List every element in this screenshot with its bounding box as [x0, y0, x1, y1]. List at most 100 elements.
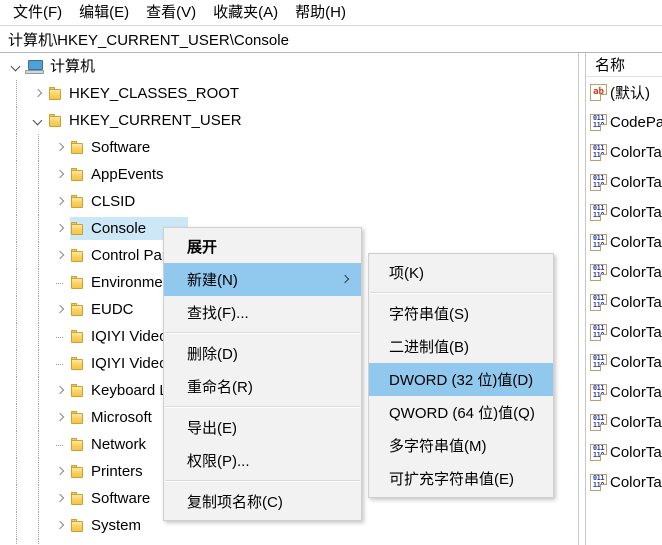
value-row[interactable]: 011110ColorTable00 — [586, 137, 662, 167]
menu-item-label: 重命名(R) — [187, 379, 253, 396]
value-row[interactable]: 011110CodePage — [586, 107, 662, 137]
new-expandable-string-value[interactable]: 可扩充字符串值(E) — [369, 462, 553, 495]
value-row[interactable]: 011110ColorTable11 — [586, 467, 662, 497]
binary-value-icon: 011 110 — [590, 323, 607, 341]
tree-guide-line — [38, 242, 39, 269]
chevron-right-icon[interactable] — [30, 86, 46, 102]
new-key[interactable]: 项(K) — [369, 256, 553, 289]
value-name-label: ColorTable02 — [610, 203, 662, 221]
chevron-right-icon[interactable] — [52, 140, 68, 156]
tree-item-label: AppEvents — [91, 165, 164, 183]
tree-guide-line — [38, 350, 39, 377]
tree-item-label: Software — [91, 489, 151, 507]
chevron-right-icon[interactable] — [52, 194, 68, 210]
computer-icon — [25, 59, 45, 75]
binary-value-icon: 011 110 — [590, 143, 607, 161]
ctx-permissions[interactable]: 权限(P)... — [164, 444, 361, 477]
tree-leaf-dash-icon — [52, 275, 68, 291]
value-row[interactable]: 011110ColorTable01 — [586, 167, 662, 197]
value-row[interactable]: 011110ColorTable04 — [586, 257, 662, 287]
tree-item[interactable]: 计算机 — [0, 53, 577, 80]
value-row[interactable]: 011110ColorTable07 — [586, 347, 662, 377]
menu-help[interactable]: 帮助(H) — [289, 2, 355, 23]
new-qword-value[interactable]: QWORD (64 位)值(Q) — [369, 396, 553, 429]
menu-file[interactable]: 文件(F) — [7, 2, 71, 23]
chevron-down-icon[interactable] — [30, 113, 46, 129]
chevron-right-icon[interactable] — [52, 302, 68, 318]
ctx-new[interactable]: 新建(N) — [164, 263, 361, 296]
value-row[interactable]: 011110ColorTable09 — [586, 407, 662, 437]
chevron-right-icon[interactable] — [52, 410, 68, 426]
value-row[interactable]: 011110ColorTable02 — [586, 197, 662, 227]
new-binary-value[interactable]: 二进制值(B) — [369, 330, 553, 363]
ctx-copy-key-name[interactable]: 复制项名称(C) — [164, 485, 361, 518]
binary-value-icon: 011 110 — [590, 443, 607, 461]
tree-item[interactable]: AppEvents — [0, 161, 577, 188]
value-row[interactable]: 011110ColorTable03 — [586, 227, 662, 257]
folder-icon — [70, 140, 86, 155]
tree-item-label: 计算机 — [50, 57, 96, 75]
value-row[interactable]: ab (默认) — [586, 77, 662, 107]
menu-item-label: 删除(D) — [187, 346, 238, 363]
value-name-label: ColorTable03 — [610, 233, 662, 251]
tree-guide-line — [16, 269, 17, 296]
chevron-right-icon[interactable] — [52, 383, 68, 399]
value-name-label: ColorTable06 — [610, 323, 662, 341]
value-row[interactable]: 011110ColorTable10 — [586, 437, 662, 467]
tree-item[interactable]: Volatile Environment — [0, 539, 577, 545]
address-bar[interactable]: 计算机\HKEY_CURRENT_USER\Console — [0, 25, 662, 53]
ctx-delete[interactable]: 删除(D) — [164, 337, 361, 370]
menu-item-label: 查找(F)... — [187, 305, 249, 322]
chevron-right-icon[interactable] — [52, 248, 68, 264]
tree-item[interactable]: Software — [0, 134, 577, 161]
menu-separator — [370, 292, 552, 294]
ctx-find[interactable]: 查找(F)... — [164, 296, 361, 329]
tree-guide-line — [38, 215, 39, 242]
folder-icon — [70, 356, 86, 371]
ctx-expand[interactable]: 展开 — [164, 230, 361, 263]
chevron-right-icon[interactable] — [52, 464, 68, 480]
new-multi-string-value[interactable]: 多字符串值(M) — [369, 429, 553, 462]
menu-view[interactable]: 查看(V) — [140, 2, 205, 23]
chevron-down-icon[interactable] — [8, 59, 24, 75]
new-dword-value[interactable]: DWORD (32 位)值(D) — [369, 363, 553, 396]
value-row[interactable]: 011110ColorTable05 — [586, 287, 662, 317]
menu-item-label: 字符串值(S) — [389, 306, 469, 323]
tree-item-label: CLSID — [91, 192, 136, 210]
chevron-right-icon[interactable] — [52, 167, 68, 183]
menu-item-label: 新建(N) — [187, 272, 238, 289]
value-name-label: (默认) — [610, 84, 650, 102]
binary-value-icon: 011 110 — [590, 203, 607, 221]
tree-guide-line — [38, 485, 39, 512]
tree-item-label: Network — [91, 435, 147, 453]
menu-item-label: 多字符串值(M) — [389, 438, 487, 455]
menu-separator — [165, 480, 360, 482]
ctx-export[interactable]: 导出(E) — [164, 411, 361, 444]
column-header-name[interactable]: 名称 — [586, 53, 662, 77]
pane-splitter[interactable] — [578, 53, 586, 545]
value-row[interactable]: 011110ColorTable08 — [586, 377, 662, 407]
chevron-right-icon[interactable] — [52, 491, 68, 507]
chevron-right-icon[interactable] — [52, 518, 68, 534]
tree-item[interactable]: HKEY_CLASSES_ROOT — [0, 80, 577, 107]
tree-item[interactable]: HKEY_CURRENT_USER — [0, 107, 577, 134]
tree-guide-line — [16, 107, 17, 134]
folder-icon — [48, 86, 64, 101]
chevron-right-icon[interactable] — [52, 221, 68, 237]
context-menu[interactable]: 展开新建(N) 查找(F)... 删除(D) 重命名(R) 导出(E) 权限(P)... 复… — [163, 227, 362, 521]
tree-item-label: Console — [91, 219, 147, 237]
context-submenu-new[interactable]: 项(K) 字符串值(S) 二进制值(B) DWORD (32 位)值(D) QWORD … — [368, 253, 554, 498]
new-string-value[interactable]: 字符串值(S) — [369, 297, 553, 330]
tree-guide-line — [38, 404, 39, 431]
binary-value-icon: 011 110 — [590, 233, 607, 251]
menu-edit[interactable]: 编辑(E) — [73, 2, 138, 23]
value-name-label: ColorTable10 — [610, 443, 662, 461]
tree-guide-line — [38, 161, 39, 188]
registry-values-pane[interactable]: 名称 ab(默认)011110CodePage011110ColorTable0… — [586, 53, 662, 545]
tree-item[interactable]: CLSID — [0, 188, 577, 215]
tree-leaf-dash-icon — [52, 329, 68, 345]
ctx-rename[interactable]: 重命名(R) — [164, 370, 361, 403]
tree-guide-line — [38, 269, 39, 296]
menu-favorites[interactable]: 收藏夹(A) — [207, 2, 287, 23]
value-row[interactable]: 011110ColorTable06 — [586, 317, 662, 347]
